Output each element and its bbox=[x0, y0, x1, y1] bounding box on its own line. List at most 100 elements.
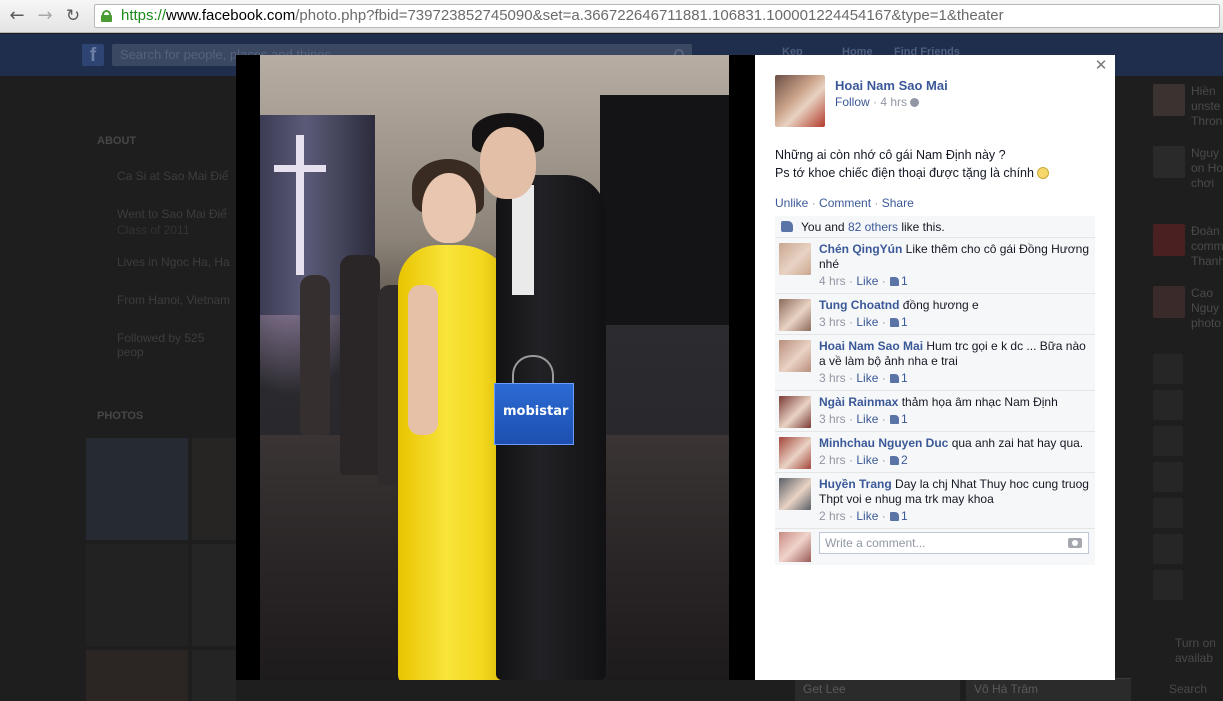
comment-time[interactable]: 2 hrs bbox=[819, 453, 846, 467]
post-time[interactable]: 4 hrs bbox=[880, 95, 907, 109]
comment-time[interactable]: 3 hrs bbox=[819, 371, 846, 385]
separator: · bbox=[878, 453, 890, 467]
write-comment-input[interactable]: Write a comment... bbox=[819, 532, 1089, 554]
comment-body: Hoai Nam Sao Mai Hum trc gọi e k dc ... … bbox=[819, 339, 1089, 369]
separator: · bbox=[845, 274, 857, 288]
follow-link[interactable]: Follow bbox=[835, 95, 870, 109]
comment: Huyền Trang Day la chj Nhat Thuy hoc cun… bbox=[775, 473, 1095, 529]
ticker-text: Hiền unste Thron bbox=[1191, 84, 1223, 128]
avatar bbox=[1153, 354, 1183, 384]
commenter-avatar[interactable] bbox=[779, 299, 811, 331]
unlike-link[interactable]: Unlike bbox=[775, 196, 808, 210]
comment-time[interactable]: 3 hrs bbox=[819, 315, 846, 329]
smile-emoticon-icon bbox=[1037, 167, 1050, 179]
commenter-name[interactable]: Ngài Rainmax bbox=[819, 395, 898, 409]
separator: · bbox=[878, 315, 890, 329]
comment-like-count[interactable]: 1 bbox=[901, 274, 908, 288]
caption-line: Những ai còn nhớ cô gái Nam Định này ? bbox=[775, 148, 1006, 162]
separator: · bbox=[845, 371, 857, 385]
comment-time[interactable]: 2 hrs bbox=[819, 509, 846, 523]
comment-body: Ngài Rainmax thảm họa âm nhạc Nam Định bbox=[819, 395, 1089, 410]
close-icon[interactable]: ✕ bbox=[1094, 58, 1108, 74]
commenter-name[interactable]: Chén QingYún bbox=[819, 242, 902, 256]
globe-icon bbox=[910, 98, 920, 107]
about-row-text: From Hanoi, Vietnam bbox=[117, 293, 231, 307]
comment-like-link[interactable]: Like bbox=[856, 453, 878, 467]
thumbs-up-icon bbox=[890, 456, 900, 465]
photo-thumbnail[interactable] bbox=[192, 544, 236, 646]
avatar bbox=[1153, 570, 1183, 600]
chat-availability-text[interactable]: Turn on availab bbox=[1175, 636, 1215, 666]
comment-like-link[interactable]: Like bbox=[856, 274, 878, 288]
chat-search[interactable]: Search bbox=[1169, 682, 1209, 697]
bag-brand-text: mobistar bbox=[503, 404, 569, 419]
commenter-avatar[interactable] bbox=[779, 243, 811, 275]
likes-others-link[interactable]: 82 others bbox=[848, 220, 898, 234]
white-shirt bbox=[512, 185, 534, 295]
thumbs-up-icon bbox=[890, 277, 900, 286]
about-row-sub: Class of 2011 bbox=[117, 223, 190, 237]
forward-arrow-icon[interactable]: → bbox=[34, 5, 56, 27]
commenter-avatar[interactable] bbox=[779, 437, 811, 469]
comment-like-count[interactable]: 1 bbox=[901, 412, 908, 426]
thumbs-up-icon bbox=[890, 318, 900, 327]
photo-thumbnail[interactable] bbox=[86, 650, 188, 701]
commenter-name[interactable]: Hoai Nam Sao Mai bbox=[819, 339, 923, 353]
commenter-avatar[interactable] bbox=[779, 340, 811, 372]
separator: · bbox=[878, 412, 890, 426]
comment-meta: 2 hrs · Like · 1 bbox=[819, 509, 1089, 524]
post-actions: Unlike · Comment · Share bbox=[775, 196, 914, 210]
avatar bbox=[1153, 286, 1185, 318]
comment-link[interactable]: Comment bbox=[819, 196, 871, 210]
commenter-name[interactable]: Minhchau Nguyen Duc bbox=[819, 436, 948, 450]
thumbs-up-icon bbox=[890, 415, 900, 424]
lock-icon bbox=[101, 10, 112, 22]
author-avatar[interactable] bbox=[775, 75, 825, 127]
comment: Hoai Nam Sao Mai Hum trc gọi e k dc ... … bbox=[775, 335, 1095, 391]
photo-thumbnail[interactable] bbox=[192, 438, 236, 540]
chat-tab[interactable]: Võ Hà Trâm bbox=[966, 678, 1131, 701]
comment-time[interactable]: 3 hrs bbox=[819, 412, 846, 426]
ufi-feedback: You and 82 others like this. Chén QingYú… bbox=[775, 216, 1095, 565]
chat-tab[interactable]: Get Lee bbox=[795, 678, 960, 701]
reload-icon[interactable]: ↻ bbox=[62, 5, 84, 27]
about-row-text: Lives in Ngoc Ha, Ha bbox=[117, 255, 230, 269]
commenter-avatar[interactable] bbox=[779, 478, 811, 510]
comment-body: Minhchau Nguyen Duc qua anh zai hat hay … bbox=[819, 436, 1089, 451]
author-name[interactable]: Hoai Nam Sao Mai bbox=[835, 78, 948, 93]
photo-thumbnail[interactable] bbox=[192, 650, 236, 701]
url-scheme: https:// bbox=[121, 7, 167, 24]
separator: · bbox=[871, 196, 882, 210]
commenter-name[interactable]: Huyền Trang bbox=[819, 477, 892, 491]
comment-like-link[interactable]: Like bbox=[856, 315, 878, 329]
viewer-avatar bbox=[779, 532, 811, 562]
camera-icon[interactable] bbox=[1068, 538, 1082, 548]
commenter-avatar[interactable] bbox=[779, 396, 811, 428]
author-meta: Follow · 4 hrs bbox=[835, 95, 920, 109]
address-bar[interactable]: https://www.facebook.com/photo.php?fbid=… bbox=[94, 4, 1220, 28]
ticker-text: Nguy on Ho chơi bbox=[1191, 146, 1223, 190]
avatar bbox=[1153, 390, 1183, 420]
comment-body: Huyền Trang Day la chj Nhat Thuy hoc cun… bbox=[819, 477, 1089, 507]
facebook-logo-icon[interactable]: f bbox=[82, 44, 104, 66]
about-row: Lives in Ngoc Ha, Ha bbox=[82, 255, 234, 293]
comment-like-count[interactable]: 1 bbox=[901, 371, 908, 385]
main-photo[interactable]: mobistar bbox=[260, 55, 729, 680]
photo-stage[interactable]: mobistar bbox=[236, 55, 755, 680]
comment-time[interactable]: 4 hrs bbox=[819, 274, 846, 288]
commenter-name[interactable]: Tung Choatnd bbox=[819, 298, 899, 312]
comment-like-count[interactable]: 1 bbox=[901, 509, 908, 523]
comment-like-link[interactable]: Like bbox=[856, 412, 878, 426]
photo-thumbnail[interactable] bbox=[86, 544, 188, 646]
comment-like-link[interactable]: Like bbox=[856, 509, 878, 523]
comment-text: thảm họa âm nhạc Nam Định bbox=[901, 395, 1058, 409]
share-link[interactable]: Share bbox=[882, 196, 914, 210]
caption-line: Ps tớ khoe chiếc điện thoại được tặng là… bbox=[775, 164, 1095, 182]
comment-like-count[interactable]: 1 bbox=[901, 315, 908, 329]
back-arrow-icon[interactable]: ← bbox=[6, 5, 28, 27]
write-comment-row: Write a comment... bbox=[775, 529, 1095, 565]
comment-like-link[interactable]: Like bbox=[856, 371, 878, 385]
avatar bbox=[1153, 462, 1183, 492]
comment-like-count[interactable]: 2 bbox=[901, 453, 908, 467]
photo-thumbnail[interactable] bbox=[86, 438, 188, 540]
